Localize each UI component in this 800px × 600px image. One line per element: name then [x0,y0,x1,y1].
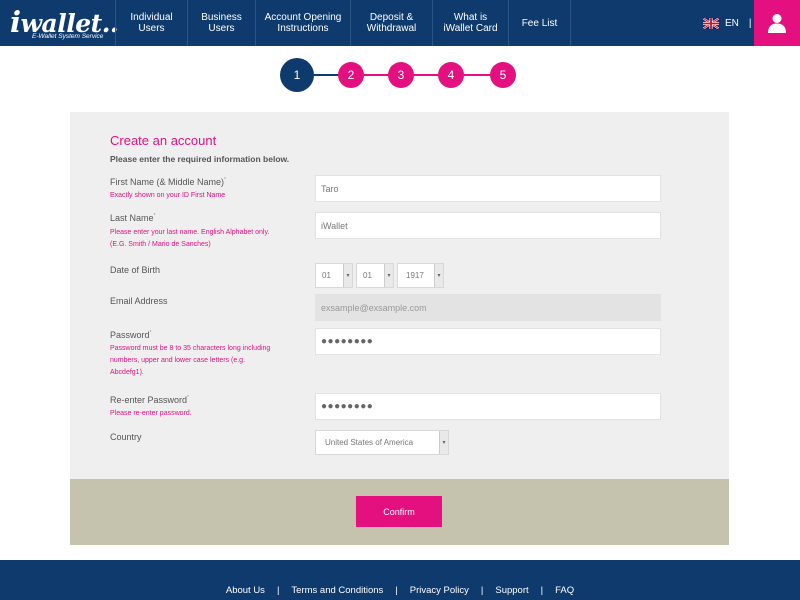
step-2: 2 [338,62,364,88]
last-name-label: Last Name* [110,213,156,223]
step-1: 1 [280,58,314,92]
user-account-button[interactable] [754,0,800,46]
footer-link-support[interactable]: Support [495,585,528,596]
nav-business-users[interactable]: Business Users [187,0,255,46]
password-hint: Password must be 8 to 35 characters long… [110,345,271,376]
footer-separator: | [276,585,280,596]
email-label: Email Address [110,296,168,306]
first-name-hint: Exactly shown on your ID First Name [110,192,226,199]
uk-flag-icon [703,17,719,29]
password-label: Password* [110,330,152,340]
footer-link-faq[interactable]: FAQ [555,585,574,596]
nav-account-opening-instructions[interactable]: Account Opening Instructions [255,0,350,46]
form-title: Create an account [110,133,217,148]
footer-links: About Us | Terms and Conditions | Privac… [0,585,800,596]
step-connector-2 [364,74,390,76]
footer-link-about-us[interactable]: About Us [226,585,265,596]
main-nav: Individual Users Business Users Account Op… [115,0,571,46]
dob-year-select[interactable]: 1917 ▾ [397,263,444,288]
language-selector[interactable]: EN | [703,16,752,30]
footer-separator: | [395,585,398,596]
nav-individual-users[interactable]: Individual Users [115,0,187,46]
footer-separator: | [480,585,484,596]
last-name-hint: Please enter your last name. English Alp… [110,229,270,248]
nav-deposit-withdrawal[interactable]: Deposit & Withdrawal [350,0,432,46]
first-name-label: First Name (& Middle Name)* [110,177,226,187]
step-5: 5 [490,62,516,88]
reenter-password-hint: Please re-enter password. [110,410,192,417]
reenter-password-label: Re-enter Password* [110,395,189,405]
password-input[interactable]: ●●●●●●●● [315,328,661,355]
top-navbar: iwallet.. E-Wallet System Service Indivi… [0,0,800,46]
dob-month-select[interactable]: 01 ▾ [315,263,353,288]
step-4: 4 [438,62,464,88]
form-actions: Confirm [70,479,729,545]
step-connector-3 [414,74,440,76]
nav-what-is-iwallet-card[interactable]: What is iWallet Card [432,0,508,46]
step-connector-4 [464,74,490,76]
dob-day-select[interactable]: 01 ▾ [356,263,394,288]
nav-fee-list[interactable]: Fee List [508,0,571,46]
dob-label: Date of Birth [110,265,161,275]
footer-link-privacy[interactable]: Privacy Policy [410,585,469,596]
country-select[interactable]: United States of America ▾ [315,430,449,455]
chevron-down-icon: ▾ [343,264,352,287]
first-name-input[interactable]: Taro [315,175,661,202]
footer-link-terms[interactable]: Terms and Conditions [291,585,383,596]
last-name-input[interactable]: iWallet [315,212,661,239]
confirm-button[interactable]: Confirm [356,496,442,527]
footer-separator: | [540,585,544,596]
language-separator: | [748,17,752,29]
form-subtitle: Please enter the required information be… [110,154,290,164]
create-account-form: Create an account Please enter the requi… [70,112,729,479]
logo-tagline: E-Wallet System Service [32,33,104,40]
registration-stepper: 1 2 3 4 5 [280,58,520,92]
language-code: EN [725,17,739,29]
footer: About Us | Terms and Conditions | Privac… [0,560,800,600]
reenter-password-input[interactable]: ●●●●●●●● [315,393,661,420]
country-label: Country [110,432,142,442]
user-icon [768,14,786,33]
email-field[interactable]: exsample@exsample.com [315,294,661,321]
step-3: 3 [388,62,414,88]
chevron-down-icon: ▾ [434,264,443,287]
chevron-down-icon: ▾ [384,264,393,287]
chevron-down-icon: ▾ [439,431,448,454]
iwallet-logo[interactable]: iwallet.. E-Wallet System Service [10,8,120,42]
